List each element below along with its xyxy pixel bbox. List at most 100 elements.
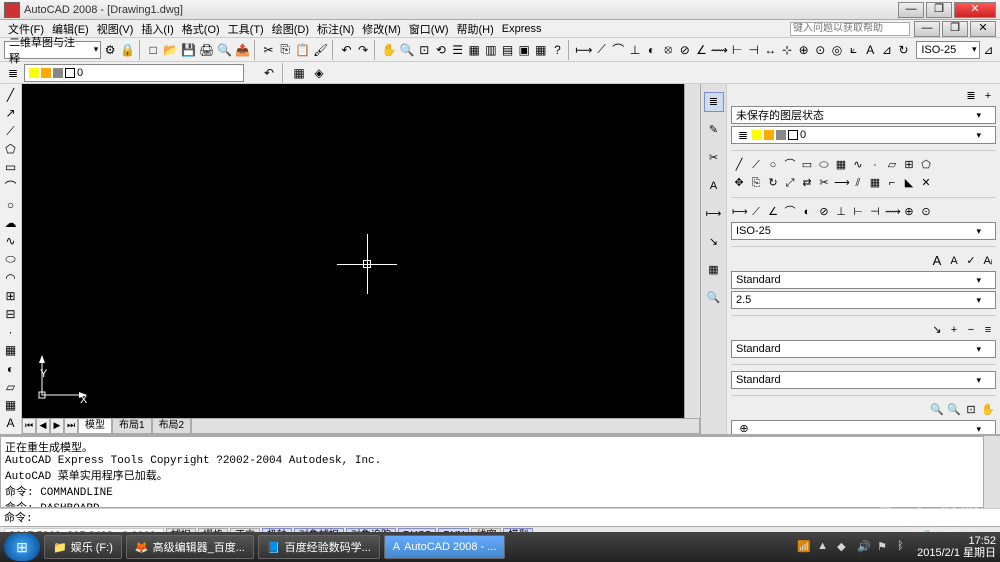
rp-textheight-dropdown[interactable]: 2.5 — [731, 291, 996, 309]
dim-arc-icon[interactable]: ⌒ — [610, 41, 626, 59]
dim-linear-icon[interactable]: ⟼ — [575, 41, 593, 59]
rp-scale-icon[interactable]: ⤢ — [782, 175, 798, 191]
zoom-icon[interactable]: 🔍 — [399, 41, 416, 59]
scrollbar-vertical[interactable] — [684, 84, 700, 418]
layer-dropdown[interactable]: 0 — [24, 64, 244, 82]
rp-poly-icon[interactable]: ⬠ — [918, 157, 934, 173]
rp-mleader-align-icon[interactable]: ≡ — [980, 322, 996, 338]
tray-icon[interactable]: ◆ — [837, 540, 851, 554]
rp-dim-arc-icon[interactable]: ⌒ — [782, 204, 798, 220]
mtext-icon[interactable]: A — [2, 415, 20, 432]
layer-new-icon[interactable]: + — [980, 88, 996, 104]
rp-dim-radius-icon[interactable]: ◐ — [799, 204, 815, 220]
rp-mirror-icon[interactable]: ⇄ — [799, 175, 815, 191]
tab-first-icon[interactable]: ⏮ — [22, 418, 36, 434]
panel-dim-tab[interactable]: ⟼ — [704, 204, 724, 224]
point-icon[interactable]: · — [2, 324, 20, 341]
command-history[interactable]: 正在重生成模型。 AutoCAD Express Tools Copyright… — [0, 436, 984, 508]
rp-mtext-big-icon[interactable]: A — [929, 253, 945, 269]
cut-icon[interactable]: ✂ — [261, 41, 277, 59]
rp-textstyle-icon[interactable]: Aᵢ — [980, 253, 996, 269]
start-button[interactable]: ⊞ — [4, 533, 40, 561]
command-input[interactable] — [37, 509, 1000, 526]
publish-icon[interactable]: 📤 — [234, 41, 251, 59]
rp-array-icon[interactable]: ▦ — [867, 175, 883, 191]
doc-minimize-button[interactable]: — — [914, 21, 940, 37]
rp-tablestyle-dropdown[interactable]: Standard — [731, 371, 996, 389]
dimstyle-control-icon[interactable]: ⊿ — [981, 41, 997, 59]
rp-mleader-icon[interactable]: ↘ — [929, 322, 945, 338]
menu-window[interactable]: 窗口(W) — [405, 21, 453, 37]
rp-dim-aligned-icon[interactable]: ⟋ — [748, 204, 764, 220]
dim-space-icon[interactable]: ↔ — [763, 41, 779, 59]
drawing-viewport[interactable]: Y X — [22, 84, 684, 418]
rp-pline-icon[interactable]: ⟋ — [748, 157, 764, 173]
workspace-settings-icon[interactable]: ⚙ — [102, 41, 118, 59]
menu-help[interactable]: 帮助(H) — [453, 21, 498, 37]
rp-dim-linear-icon[interactable]: ⟼ — [731, 204, 747, 220]
rp-region-icon[interactable]: ▱ — [884, 157, 900, 173]
bluetooth-icon[interactable]: ᛒ — [897, 540, 911, 554]
menu-view[interactable]: 视图(V) — [93, 21, 138, 37]
ellipse-arc-icon[interactable]: ◠ — [2, 269, 20, 286]
rp-line-icon[interactable]: ╱ — [731, 157, 747, 173]
layer-manager-icon[interactable]: ≣ — [4, 64, 22, 82]
tab-layout1[interactable]: 布局1 — [112, 418, 152, 434]
rp-spline-icon[interactable]: ∿ — [850, 157, 866, 173]
rp-layer-dropdown[interactable]: ≣ 0 — [731, 126, 996, 144]
tab-last-icon[interactable]: ⏭ — [64, 418, 78, 434]
rp-block-icon[interactable]: ⊞ — [901, 157, 917, 173]
rp-zoom-dropdown[interactable]: ⊕ — [731, 420, 996, 434]
command-scrollbar[interactable] — [984, 436, 1000, 508]
rp-hatch-icon[interactable]: ▦ — [833, 157, 849, 173]
region-icon[interactable]: ▱ — [2, 378, 20, 395]
rp-leaderstyle-dropdown[interactable]: Standard — [731, 340, 996, 358]
rp-tolerance-icon[interactable]: ⊕ — [901, 204, 917, 220]
calculator-icon[interactable]: ▦ — [533, 41, 549, 59]
circle-icon[interactable]: ○ — [2, 196, 20, 213]
center-mark-icon[interactable]: ⊙ — [813, 41, 829, 59]
rp-rotate-icon[interactable]: ↻ — [765, 175, 781, 191]
rp-mleader-remove-icon[interactable]: − — [963, 322, 979, 338]
tray-icon[interactable]: ⚑ — [877, 540, 891, 554]
tolerance-icon[interactable]: ⊕ — [796, 41, 812, 59]
jogged-linear-icon[interactable]: ⟀ — [846, 41, 862, 59]
zoom-previous-icon[interactable]: ⟲ — [433, 41, 449, 59]
panel-text-tab[interactable]: A — [704, 176, 724, 196]
line-icon[interactable]: ╱ — [2, 86, 20, 103]
rp-spell-icon[interactable]: ✓ — [963, 253, 979, 269]
rp-center-icon[interactable]: ⊙ — [918, 204, 934, 220]
taskbar-item[interactable]: 📁娱乐 (F:) — [44, 535, 122, 559]
menu-format[interactable]: 格式(O) — [178, 21, 224, 37]
help-search-input[interactable] — [790, 22, 910, 36]
wifi-icon[interactable]: 📶 — [797, 540, 811, 554]
taskbar-item-active[interactable]: AAutoCAD 2008 - ... — [384, 535, 506, 559]
rp-dim-quick-icon[interactable]: ⟿ — [884, 204, 900, 220]
dim-continue-icon[interactable]: ⊣ — [746, 41, 762, 59]
undo-icon[interactable]: ↶ — [339, 41, 355, 59]
minimize-button[interactable]: — — [898, 2, 924, 18]
rp-mleader-add-icon[interactable]: + — [946, 322, 962, 338]
layer-previous-icon[interactable]: ↶ — [260, 64, 278, 82]
menu-express[interactable]: Express — [498, 23, 546, 35]
properties-icon[interactable]: ☰ — [450, 41, 466, 59]
markup-icon[interactable]: ▣ — [516, 41, 532, 59]
hatch-icon[interactable]: ▦ — [2, 342, 20, 359]
rp-zoom-out-icon[interactable]: 🔍 — [946, 402, 962, 418]
rp-extend-icon[interactable]: ⟶ — [833, 175, 849, 191]
scrollbar-horizontal[interactable] — [191, 418, 700, 434]
open-icon[interactable]: 📂 — [162, 41, 179, 59]
panel-nav-tab[interactable]: 🔍 — [704, 288, 724, 308]
doc-close-button[interactable]: ✕ — [970, 21, 996, 37]
rp-trim-icon[interactable]: ✂ — [816, 175, 832, 191]
dim-quick-icon[interactable]: ⟿ — [710, 41, 728, 59]
rp-pan-icon[interactable]: ✋ — [980, 402, 996, 418]
panel-modify-tab[interactable]: ✂ — [704, 148, 724, 168]
dim-break-icon[interactable]: ⊹ — [779, 41, 795, 59]
layer-state-dropdown[interactable]: 未保存的图层状态 — [731, 106, 996, 124]
rp-move-icon[interactable]: ✥ — [731, 175, 747, 191]
workspace-dropdown[interactable]: 二维草图与注释 — [4, 41, 101, 59]
dim-edit-icon[interactable]: A — [862, 41, 878, 59]
rp-dim-cont-icon[interactable]: ⊣ — [867, 204, 883, 220]
match-icon[interactable]: 🖌 — [312, 41, 329, 59]
